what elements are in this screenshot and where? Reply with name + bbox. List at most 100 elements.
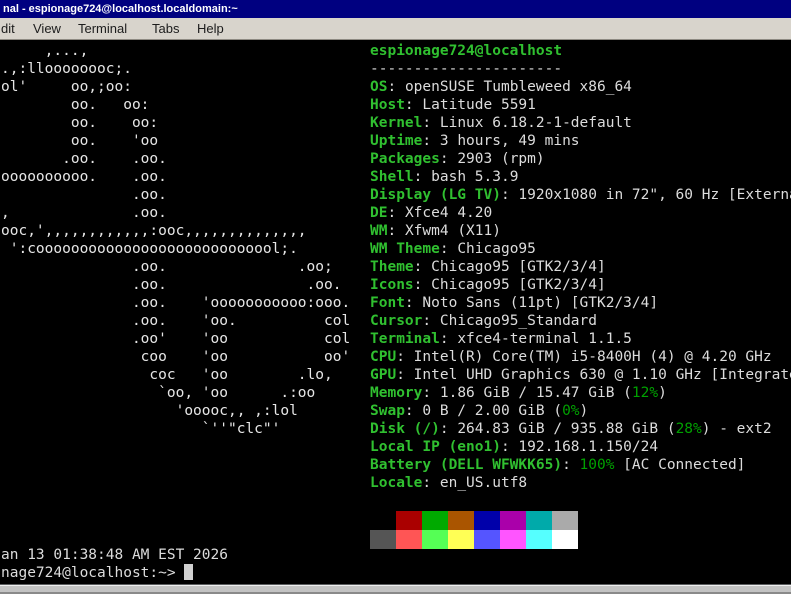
info-value: 28% [676, 421, 702, 437]
info-value: ) [658, 385, 667, 401]
block-cursor [184, 564, 193, 580]
prompt-line: nage724@localhost:~> [1, 564, 193, 582]
info-value: 2903 (rpm) [457, 151, 544, 167]
info-value: ) [580, 403, 589, 419]
palette-block [370, 511, 396, 530]
palette-block [448, 511, 474, 530]
info-line: Battery (DELL WFWKK65): 100% [AC Connect… [370, 456, 791, 474]
menu-item-help[interactable]: Help [197, 18, 224, 40]
info-value: 1920x1080 in 72", 60 Hz [Externa [518, 187, 791, 203]
info-line: Kernel: Linux 6.18.2-1-default [370, 114, 791, 132]
palette-block [474, 511, 500, 530]
info-label: Swap [370, 403, 405, 419]
info-label: DE [370, 205, 387, 221]
info-line: Host: Latitude 5591 [370, 96, 791, 114]
info-label: Display (LG TV) [370, 187, 501, 203]
ascii-art-opensuse-logo: ,..., .,:lloooooooc;. ol' oo,;oo: oo. oo… [1, 42, 350, 438]
menu-item-view[interactable]: View [33, 18, 61, 40]
info-label: Kernel [370, 115, 422, 131]
info-label: Uptime [370, 133, 422, 149]
info-value: 12% [632, 385, 658, 401]
palette-block [448, 530, 474, 549]
info-value: Chicago95_Standard [440, 313, 597, 329]
info-label: Shell [370, 169, 414, 185]
info-line: CPU: Intel(R) Core(TM) i5-8400H (4) @ 4.… [370, 348, 791, 366]
info-value: Xfce4 4.20 [405, 205, 492, 221]
system-info: espionage724@localhost------------------… [370, 42, 791, 492]
info-value: 100% [580, 457, 615, 473]
palette-block [552, 530, 578, 549]
info-line: OS: openSUSE Tumbleweed x86_64 [370, 78, 791, 96]
palette-block [422, 530, 448, 549]
info-label: Host [370, 97, 405, 113]
info-line: GPU: Intel UHD Graphics 630 @ 1.10 GHz [… [370, 366, 791, 384]
palette-block [526, 511, 552, 530]
user-host-line: espionage724@localhost [370, 42, 791, 60]
info-value: Noto Sans (11pt) [GTK2/3/4] [422, 295, 658, 311]
info-label: Local IP (eno1) [370, 439, 501, 455]
info-value: Intel(R) Core(TM) i5-8400H (4) @ 4.20 GH… [414, 349, 772, 365]
info-line: Shell: bash 5.3.9 [370, 168, 791, 186]
prompt-text: nage724@localhost:~> [1, 565, 184, 581]
info-label: Cursor [370, 313, 422, 329]
user-host: espionage724@localhost [370, 43, 562, 59]
palette-block [396, 530, 422, 549]
info-line: Local IP (eno1): 192.168.1.150/24 [370, 438, 791, 456]
info-line: Display (LG TV): 1920x1080 in 72", 60 Hz… [370, 186, 791, 204]
window-bottom-border [0, 584, 791, 594]
info-value: Xfwm4 (X11) [405, 223, 501, 239]
info-line: Swap: 0 B / 2.00 GiB (0%) [370, 402, 791, 420]
info-label: Icons [370, 277, 414, 293]
info-label: Disk (/) [370, 421, 440, 437]
info-value: openSUSE Tumbleweed x86_64 [405, 79, 632, 95]
info-value: Intel UHD Graphics 630 @ 1.10 GHz [Integ… [414, 367, 791, 383]
info-label: Packages [370, 151, 440, 167]
info-label: Battery (DELL WFWKK65) [370, 457, 562, 473]
info-line: Theme: Chicago95 [GTK2/3/4] [370, 258, 791, 276]
info-line: Terminal: xfce4-terminal 1.1.5 [370, 330, 791, 348]
info-value: [AC Connected] [614, 457, 745, 473]
info-value: 3 hours, 49 mins [440, 133, 580, 149]
info-value: 1.86 GiB / 15.47 GiB ( [440, 385, 632, 401]
info-line: Cursor: Chicago95_Standard [370, 312, 791, 330]
window-title: nal - espionage724@localhost.localdomain… [3, 3, 238, 15]
palette-block [526, 530, 552, 549]
info-line: Disk (/): 264.83 GiB / 935.88 GiB (28%) … [370, 420, 791, 438]
palette-block [552, 511, 578, 530]
info-value: Chicago95 [GTK2/3/4] [431, 277, 606, 293]
info-line: Locale: en_US.utf8 [370, 474, 791, 492]
info-label: OS [370, 79, 387, 95]
info-label: Locale [370, 475, 422, 491]
color-palette [370, 511, 578, 549]
menu-item-terminal[interactable]: Terminal [78, 18, 127, 40]
terminal-screen[interactable]: ,..., .,:lloooooooc;. ol' oo,;oo: oo. oo… [0, 40, 791, 584]
menubar: dit View Terminal Tabs Help [0, 18, 791, 40]
info-value: xfce4-terminal 1.1.5 [457, 331, 632, 347]
info-value: Chicago95 [GTK2/3/4] [431, 259, 606, 275]
info-label: CPU [370, 349, 396, 365]
info-line: Uptime: 3 hours, 49 mins [370, 132, 791, 150]
info-label: Terminal [370, 331, 440, 347]
info-line: DE: Xfce4 4.20 [370, 204, 791, 222]
info-value: bash 5.3.9 [431, 169, 518, 185]
info-value: Linux 6.18.2-1-default [440, 115, 632, 131]
info-line: WM Theme: Chicago95 [370, 240, 791, 258]
info-label: WM Theme [370, 241, 440, 257]
date-line: an 13 01:38:48 AM EST 2026 [1, 546, 228, 564]
info-value: 264.83 GiB / 935.88 GiB ( [457, 421, 675, 437]
info-line: Packages: 2903 (rpm) [370, 150, 791, 168]
palette-block [396, 511, 422, 530]
palette-row-bright [370, 530, 578, 549]
palette-block [370, 530, 396, 549]
info-line: Memory: 1.86 GiB / 15.47 GiB (12%) [370, 384, 791, 402]
info-value: Latitude 5591 [422, 97, 536, 113]
info-value: 0 B / 2.00 GiB ( [422, 403, 562, 419]
menu-item-edit[interactable]: dit [1, 18, 15, 40]
info-line: Icons: Chicago95 [GTK2/3/4] [370, 276, 791, 294]
info-label: Font [370, 295, 405, 311]
info-label: Theme [370, 259, 414, 275]
titlebar[interactable]: nal - espionage724@localhost.localdomain… [0, 0, 791, 18]
palette-block [474, 530, 500, 549]
menu-item-tabs[interactable]: Tabs [152, 18, 179, 40]
info-label: Memory [370, 385, 422, 401]
